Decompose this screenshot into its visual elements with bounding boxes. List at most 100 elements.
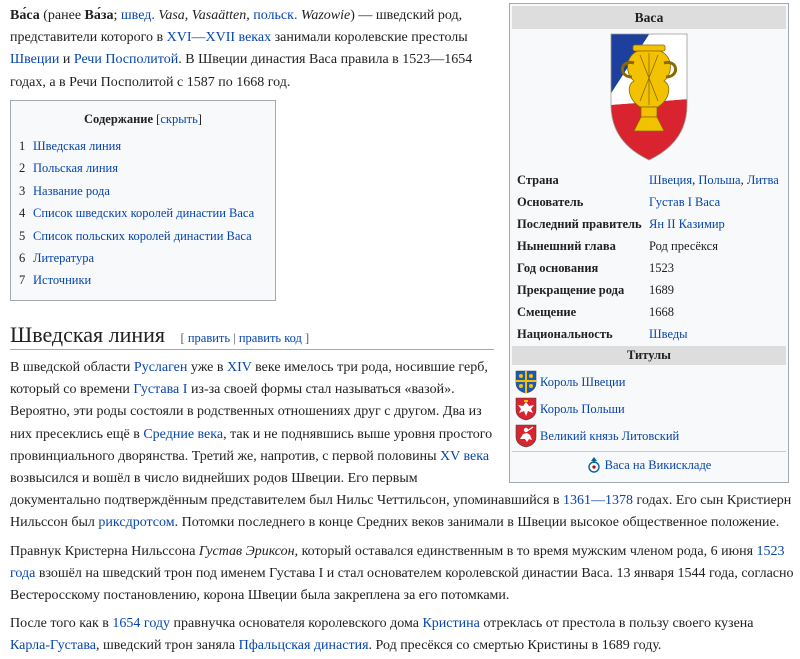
infobox-text: 1689	[649, 283, 674, 297]
toc-item[interactable]: 2 Польская линия	[19, 157, 275, 179]
toc-item[interactable]: 3 Название рода	[19, 180, 275, 202]
toc-item[interactable]: 4 Список шведских королей династии Васа	[19, 202, 275, 224]
text-run: уже в	[187, 360, 228, 375]
inline-link[interactable]: 1361	[563, 493, 591, 508]
infobox-text: Род пресёкся	[649, 239, 718, 253]
infobox-value: Шведы	[649, 326, 786, 342]
coat-of-arms-image[interactable]	[512, 33, 786, 161]
section-title: Шведская линия	[10, 322, 166, 347]
inline-link[interactable]: —	[591, 493, 605, 508]
edit-link[interactable]: править	[188, 331, 230, 345]
toc-list: 1 Шведская линия 2 Польская линия 3 Название …	[11, 135, 275, 292]
infobox-row: Последний правитель Ян II Казимир	[512, 213, 786, 235]
infobox-link[interactable]: Польша	[698, 173, 740, 187]
inline-link[interactable]: 1654 году	[112, 616, 170, 631]
toc-link[interactable]: Название рода	[33, 184, 110, 198]
inline-link[interactable]: польск.	[253, 8, 297, 23]
toc-item[interactable]: 5 Список польских королей династии Васа	[19, 225, 275, 247]
text-run: , который оставался единственным в то вр…	[294, 544, 757, 559]
paragraph-1: В шведской области Руслаген уже в XIV ве…	[10, 357, 494, 490]
inline-link[interactable]: Карла-Густава	[10, 638, 96, 653]
text-run: занимали королевские престолы	[271, 30, 468, 46]
toc-link[interactable]: Источники	[33, 273, 91, 287]
infobox-row: Основатель Густав I Васа	[512, 191, 786, 213]
infobox-key: Страна	[517, 173, 559, 187]
lead-paragraph: Ва́са (ранее Ва́за; швед. Vasa, Vasaätte…	[10, 5, 494, 94]
inline-link[interactable]: XVI	[167, 30, 192, 45]
infobox-row: Национальность Шведы	[512, 323, 786, 345]
inline-link[interactable]: Пфальцская династия	[239, 638, 369, 653]
inline-link[interactable]: XV века	[440, 449, 489, 464]
infobox-key: Нынешний глава	[517, 239, 616, 253]
edit-source-link[interactable]: править код	[239, 331, 302, 345]
infobox-link[interactable]: Шведы	[649, 327, 688, 341]
commons-link[interactable]: Васа на Викискладе	[512, 451, 786, 478]
vasa-coat-of-arms-icon	[610, 33, 688, 161]
infobox-title: Васа	[512, 6, 786, 29]
title-grand-duke-lithuania[interactable]: Великий князь Литовский	[512, 422, 786, 449]
toc-link[interactable]: Шведская линия	[33, 139, 121, 153]
commons-label[interactable]: Васа на Викискладе	[605, 457, 712, 473]
toc-number: 3	[19, 183, 26, 198]
infobox-row: Страна Швеция, Польша, Литва	[512, 169, 786, 191]
toc-link[interactable]: Литература	[33, 251, 94, 265]
inline-link[interactable]: Кристина	[422, 616, 479, 631]
inline-link[interactable]: XVII веках	[206, 30, 272, 45]
infobox-row: Прекращение рода 1689	[512, 279, 786, 301]
inline-link[interactable]: Швеции	[10, 52, 59, 67]
infobox-value: 1523	[649, 260, 786, 276]
toc-item[interactable]: 6 Литература	[19, 247, 275, 269]
text-run: и	[59, 52, 74, 68]
title-king-of-poland[interactable]: Король Польши	[512, 395, 786, 422]
poland-eagle-icon	[515, 397, 537, 420]
infobox-row: Нынешний глава Род пресёкся	[512, 235, 786, 257]
sweden-coat-of-arms-icon	[515, 370, 537, 393]
infobox-row: Год основания 1523	[512, 257, 786, 279]
title-label[interactable]: Великий князь Литовский	[540, 428, 679, 444]
text-run: . Род пресёкся со смертью Кристины в 168…	[368, 638, 662, 654]
toc-number: 2	[19, 161, 26, 176]
toc-link[interactable]: Список шведских королей династии Васа	[33, 206, 254, 220]
text-run: отреклась от престола в пользу своего ку…	[479, 616, 754, 631]
toc-link[interactable]: Польская линия	[33, 161, 118, 175]
toc-link[interactable]: Список польских королей династии Васа	[33, 229, 252, 243]
table-of-contents: Содержание [скрыть] 1 Шведская линия 2 Поль…	[10, 100, 276, 301]
title-label[interactable]: Король Швеции	[540, 374, 625, 390]
text-run: Правнук Кристерна Нильссона	[10, 544, 199, 559]
toc-item[interactable]: 7 Источники	[19, 269, 275, 291]
text-run: взошёл на шведский трон под именем Густа…	[10, 566, 794, 604]
text-run: В шведской области	[10, 360, 134, 375]
infobox-link[interactable]: Литва	[747, 173, 779, 187]
inline-link[interactable]: Средние века	[143, 427, 223, 442]
infobox-link[interactable]: Швеция	[649, 173, 692, 187]
inline-link[interactable]: Густава I	[133, 382, 187, 397]
title-label[interactable]: Король Польши	[540, 401, 625, 417]
italic-text: Wazowie	[300, 8, 351, 23]
toc-number: 4	[19, 206, 26, 221]
section-heading: Шведская линия [ править | править код ]	[10, 320, 494, 350]
paragraph-2: Правнук Кристерна Нильссона Густав Эрикс…	[10, 541, 795, 608]
infobox-link[interactable]: Густав I Васа	[649, 195, 720, 209]
lithuania-knight-icon	[515, 424, 537, 447]
inline-link[interactable]: Речи Посполитой	[74, 52, 178, 67]
inline-link[interactable]: Руслаген	[134, 360, 187, 375]
inline-link[interactable]: риксдротсом	[98, 515, 174, 530]
inline-link[interactable]: 1378	[605, 493, 633, 508]
inline-link[interactable]: швед.	[121, 8, 155, 23]
toc-number: 1	[19, 139, 26, 153]
paragraph-1-continued: документально подтверждённым представите…	[10, 490, 795, 534]
infobox-link[interactable]: Ян II Казимир	[649, 217, 725, 231]
infobox-value: Швеция, Польша, Литва	[649, 172, 786, 188]
infobox-value: Ян II Казимир	[649, 216, 786, 232]
infobox-value: 1689	[649, 282, 786, 298]
infobox-text: 1668	[649, 305, 674, 319]
infobox-key: Основатель	[517, 195, 584, 209]
infobox-key: Смещение	[517, 305, 577, 319]
infobox-key: Национальность	[517, 327, 613, 341]
title-king-of-sweden[interactable]: Король Швеции	[512, 368, 786, 395]
inline-link[interactable]: XIV	[227, 360, 252, 375]
inline-link[interactable]: —	[192, 30, 206, 45]
toc-toggle[interactable]: скрыть	[160, 112, 197, 126]
toc-item[interactable]: 1 Шведская линия	[19, 135, 275, 157]
infobox-key: Последний правитель	[517, 217, 642, 231]
